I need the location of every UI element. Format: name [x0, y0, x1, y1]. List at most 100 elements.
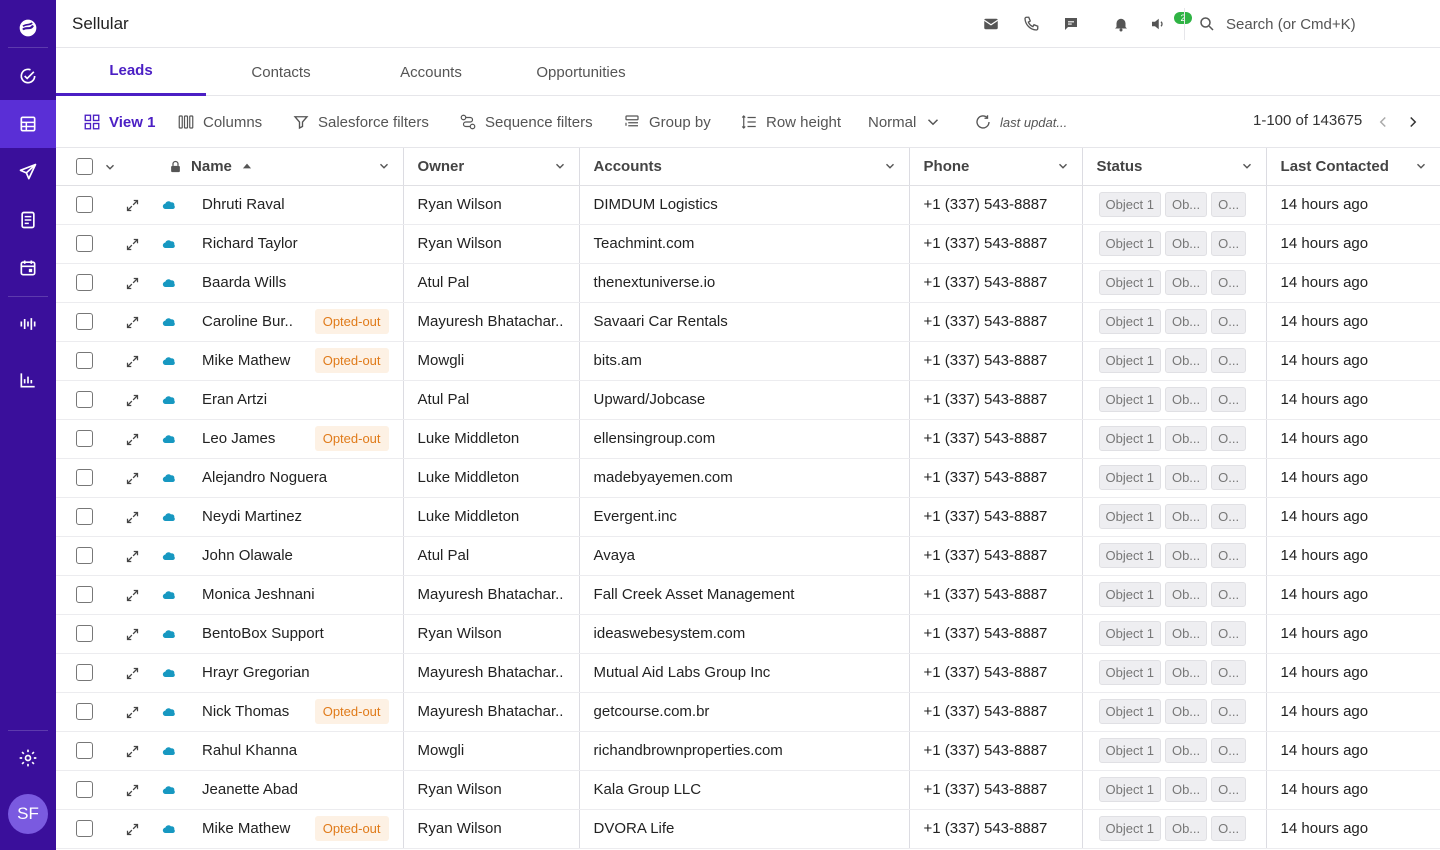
sequence-filters-button[interactable]: Sequence filters	[459, 112, 593, 132]
table-row[interactable]: Richard Taylor Ryan Wilson Teachmint.com…	[56, 224, 1440, 264]
phone-cell[interactable]: +1 (337) 543-8887	[909, 536, 1083, 576]
sidebar-item-notes[interactable]	[0, 196, 56, 244]
status-cell[interactable]: Object 1 Ob... O...	[1082, 497, 1267, 537]
salesforce-cloud-icon[interactable]	[161, 548, 177, 564]
row-checkbox[interactable]	[76, 820, 93, 838]
owner-cell[interactable]: Luke Middleton	[403, 458, 580, 498]
avatar[interactable]: SF	[8, 794, 48, 834]
lead-name[interactable]: Neydi Martinez	[202, 508, 302, 525]
speaker-icon[interactable]	[1148, 14, 1168, 34]
chevron-down-icon[interactable]	[553, 159, 567, 173]
phone-cell[interactable]: +1 (337) 543-8887	[909, 185, 1083, 225]
owner-cell[interactable]: Atul Pal	[403, 263, 580, 303]
lead-name-cell[interactable]: Baarda Wills	[186, 263, 404, 303]
expand-icon[interactable]	[125, 198, 140, 213]
table-row[interactable]: Neydi Martinez Luke Middleton Evergent.i…	[56, 497, 1440, 537]
account-cell[interactable]: Teachmint.com	[579, 224, 910, 264]
status-cell[interactable]: Object 1 Ob... O...	[1082, 341, 1267, 381]
status-cell[interactable]: Object 1 Ob... O...	[1082, 614, 1267, 654]
account-cell[interactable]: Evergent.inc	[579, 497, 910, 537]
salesforce-cloud-icon[interactable]	[161, 197, 177, 213]
row-checkbox[interactable]	[76, 508, 93, 526]
phone-cell[interactable]: +1 (337) 543-8887	[909, 380, 1083, 420]
expand-icon[interactable]	[125, 549, 140, 564]
account-cell[interactable]: thenextuniverse.io	[579, 263, 910, 303]
table-row[interactable]: Caroline Bur.. Opted-out Mayuresh Bhatac…	[56, 302, 1440, 342]
expand-icon[interactable]	[125, 471, 140, 486]
lead-name-cell[interactable]: John Olawale	[186, 536, 404, 576]
select-all-checkbox[interactable]	[76, 158, 93, 176]
phone-cell[interactable]: +1 (337) 543-8887	[909, 809, 1083, 849]
status-cell[interactable]: Object 1 Ob... O...	[1082, 653, 1267, 693]
sidebar-item-settings[interactable]	[0, 734, 56, 782]
expand-icon[interactable]	[125, 588, 140, 603]
lead-name[interactable]: Rahul Khanna	[202, 742, 297, 759]
status-cell[interactable]: Object 1 Ob... O...	[1082, 380, 1267, 420]
salesforce-cloud-icon[interactable]	[161, 704, 177, 720]
owner-cell[interactable]: Ryan Wilson	[403, 770, 580, 810]
row-height-button[interactable]: Row height	[740, 112, 841, 132]
account-cell[interactable]: Savaari Car Rentals	[579, 302, 910, 342]
sidebar-item-send[interactable]	[0, 148, 56, 196]
phone-cell[interactable]: +1 (337) 543-8887	[909, 302, 1083, 342]
phone-cell[interactable]: +1 (337) 543-8887	[909, 575, 1083, 615]
lead-name-cell[interactable]: BentoBox Support	[186, 614, 404, 654]
lead-name-cell[interactable]: Mike Mathew Opted-out	[186, 809, 404, 849]
table-row[interactable]: Hrayr Gregorian Mayuresh Bhatachar.. Mut…	[56, 653, 1440, 693]
next-page-button[interactable]	[1403, 111, 1423, 133]
chevron-down-icon[interactable]	[1056, 159, 1070, 173]
account-cell[interactable]: Kala Group LLC	[579, 770, 910, 810]
sidebar-item-table[interactable]	[0, 100, 56, 148]
expand-icon[interactable]	[125, 822, 140, 837]
column-header-phone[interactable]: Phone	[909, 148, 1083, 186]
salesforce-cloud-icon[interactable]	[161, 626, 177, 642]
salesforce-cloud-icon[interactable]	[161, 314, 177, 330]
status-cell[interactable]: Object 1 Ob... O...	[1082, 770, 1267, 810]
salesforce-cloud-icon[interactable]	[161, 353, 177, 369]
owner-cell[interactable]: Ryan Wilson	[403, 185, 580, 225]
search-input[interactable]	[1226, 15, 1406, 33]
phone-cell[interactable]: +1 (337) 543-8887	[909, 263, 1083, 303]
lead-name[interactable]: Hrayr Gregorian	[202, 664, 310, 681]
row-checkbox[interactable]	[76, 742, 93, 760]
lead-name-cell[interactable]: Alejandro Noguera	[186, 458, 404, 498]
row-checkbox[interactable]	[76, 547, 93, 565]
owner-cell[interactable]: Atul Pal	[403, 380, 580, 420]
expand-icon[interactable]	[125, 432, 140, 447]
chevron-down-icon[interactable]	[1414, 159, 1428, 173]
phone-cell[interactable]: +1 (337) 543-8887	[909, 224, 1083, 264]
phone-cell[interactable]: +1 (337) 543-8887	[909, 458, 1083, 498]
lead-name-cell[interactable]: Nick Thomas Opted-out	[186, 692, 404, 732]
sort-asc-icon[interactable]	[240, 159, 254, 173]
lead-name-cell[interactable]: Caroline Bur.. Opted-out	[186, 302, 404, 342]
row-checkbox[interactable]	[76, 469, 93, 487]
column-header-accounts[interactable]: Accounts	[579, 148, 910, 186]
lead-name[interactable]: BentoBox Support	[202, 625, 324, 642]
chevron-down-icon[interactable]	[1240, 159, 1254, 173]
phone-cell[interactable]: +1 (337) 543-8887	[909, 692, 1083, 732]
phone-cell[interactable]: +1 (337) 543-8887	[909, 497, 1083, 537]
salesforce-cloud-icon[interactable]	[161, 275, 177, 291]
salesforce-cloud-icon[interactable]	[161, 509, 177, 525]
sidebar-item-dialer[interactable]	[0, 300, 56, 348]
expand-icon[interactable]	[125, 393, 140, 408]
lead-name[interactable]: Monica Jeshnani	[202, 586, 315, 603]
status-cell[interactable]: Object 1 Ob... O...	[1082, 575, 1267, 615]
status-cell[interactable]: Object 1 Ob... O...	[1082, 536, 1267, 576]
account-cell[interactable]: DVORA Life	[579, 809, 910, 849]
expand-icon[interactable]	[125, 237, 140, 252]
lead-name[interactable]: Eran Artzi	[202, 391, 267, 408]
salesforce-cloud-icon[interactable]	[161, 782, 177, 798]
table-row[interactable]: Alejandro Noguera Luke Middleton madebya…	[56, 458, 1440, 498]
table-row[interactable]: Mike Mathew Opted-out Ryan Wilson DVORA …	[56, 809, 1440, 849]
phone-cell[interactable]: +1 (337) 543-8887	[909, 770, 1083, 810]
owner-cell[interactable]: Mayuresh Bhatachar..	[403, 575, 580, 615]
phone-cell[interactable]: +1 (337) 543-8887	[909, 419, 1083, 459]
salesforce-cloud-icon[interactable]	[161, 470, 177, 486]
expand-icon[interactable]	[125, 276, 140, 291]
account-cell[interactable]: bits.am	[579, 341, 910, 381]
prev-page-button[interactable]	[1373, 111, 1393, 133]
lead-name[interactable]: Mike Mathew	[202, 352, 290, 369]
status-cell[interactable]: Object 1 Ob... O...	[1082, 302, 1267, 342]
status-cell[interactable]: Object 1 Ob... O...	[1082, 263, 1267, 303]
